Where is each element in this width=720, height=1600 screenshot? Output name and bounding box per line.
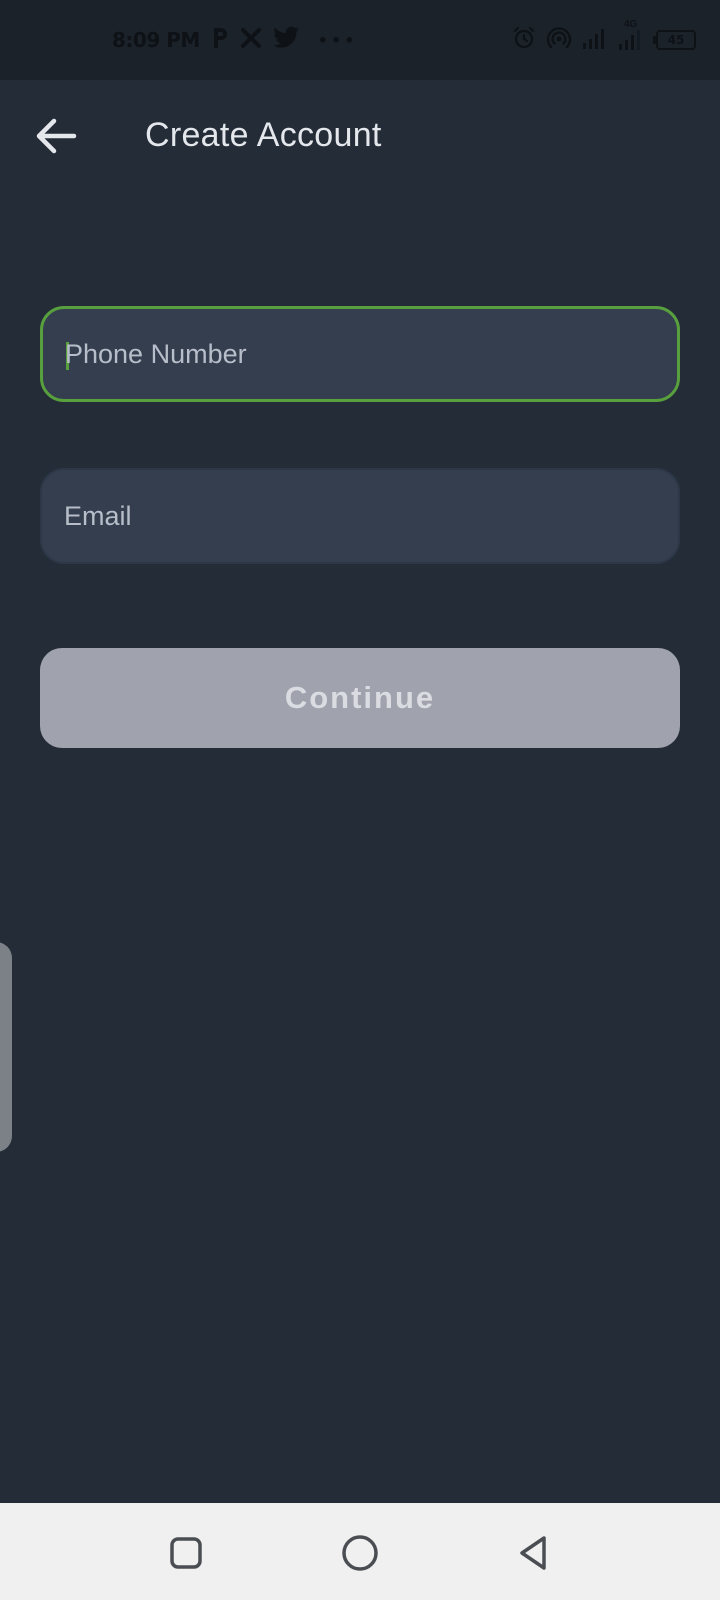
battery-icon: 45 — [653, 30, 696, 50]
hotspot-icon — [546, 26, 572, 55]
status-right: 4G 45 — [512, 19, 696, 56]
app-header: Create Account — [0, 80, 720, 196]
email-field[interactable] — [40, 468, 680, 564]
system-navigation-bar — [0, 1503, 720, 1600]
arrow-left-icon — [34, 116, 78, 161]
phone-number-input[interactable] — [65, 309, 661, 399]
status-bar: 8:09 PM ••• 4G 45 — [0, 0, 720, 80]
x-icon — [240, 27, 262, 54]
home-button[interactable] — [338, 1531, 382, 1575]
signal-4g-icon: 4G — [618, 19, 646, 56]
status-time: 8:09 PM — [112, 28, 200, 52]
alarm-icon — [512, 26, 536, 55]
back-button[interactable] — [24, 108, 88, 168]
battery-level: 45 — [667, 33, 685, 47]
more-notifications-dots: ••• — [317, 30, 358, 50]
phone-number-field[interactable] — [40, 306, 680, 402]
page-title: Create Account — [145, 116, 382, 154]
email-input[interactable] — [64, 470, 660, 562]
home-circle-icon — [338, 1535, 382, 1579]
edge-panel-handle[interactable] — [0, 942, 12, 1152]
recents-button[interactable] — [164, 1531, 208, 1575]
back-triangle-icon — [512, 1536, 556, 1579]
continue-button[interactable]: Continue — [40, 648, 680, 748]
system-back-button[interactable] — [512, 1531, 556, 1575]
status-left: 8:09 PM ••• — [112, 24, 357, 56]
twitter-bird-icon — [272, 26, 300, 55]
network-type-label: 4G — [624, 18, 638, 30]
signal-icon — [582, 26, 608, 55]
recents-square-icon — [164, 1537, 208, 1579]
p-icon — [210, 26, 230, 55]
